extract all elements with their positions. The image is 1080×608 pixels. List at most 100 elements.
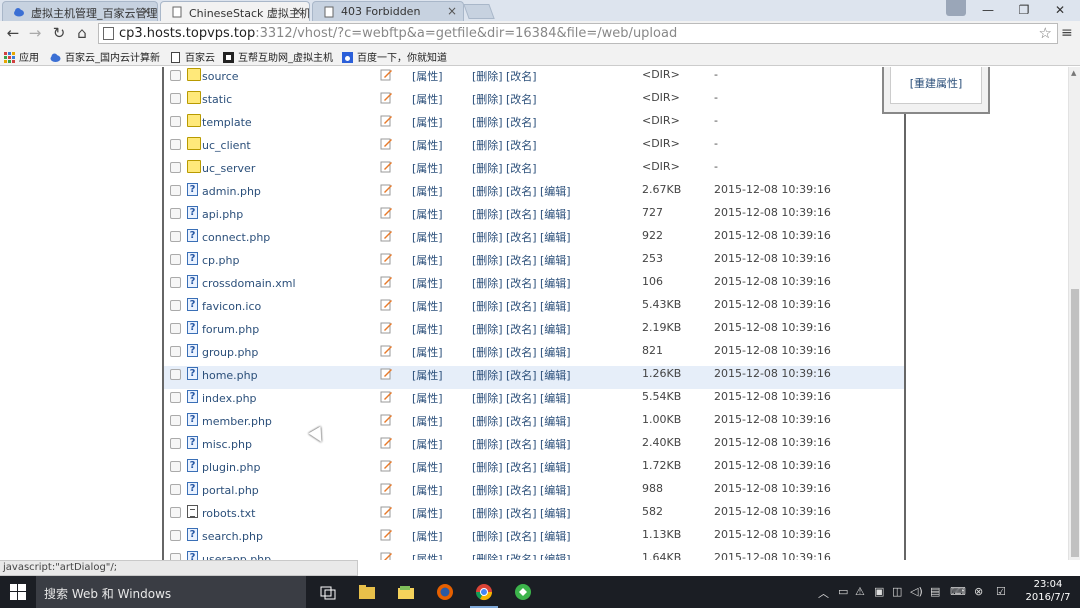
edit-link[interactable]: [编辑] bbox=[540, 229, 571, 245]
attributes-link[interactable]: [属性] bbox=[412, 229, 443, 245]
file-name-link[interactable]: favicon.ico bbox=[202, 300, 261, 313]
row-checkbox[interactable] bbox=[170, 300, 181, 311]
file-name-link[interactable]: userapp.php bbox=[202, 553, 271, 560]
firefox-icon[interactable] bbox=[435, 582, 455, 602]
file-name-link[interactable]: uc_client bbox=[202, 139, 251, 152]
file-name-link[interactable]: admin.php bbox=[202, 185, 261, 198]
file-name-link[interactable]: template bbox=[202, 116, 252, 129]
attributes-link[interactable]: [属性] bbox=[412, 551, 443, 560]
file-name-link[interactable]: plugin.php bbox=[202, 461, 260, 474]
edit-link[interactable]: [编辑] bbox=[540, 436, 571, 452]
home-icon[interactable]: ⌂ bbox=[72, 24, 92, 44]
row-checkbox[interactable] bbox=[170, 185, 181, 196]
row-checkbox[interactable] bbox=[170, 484, 181, 495]
page-info-icon[interactable] bbox=[103, 27, 114, 40]
rename-link[interactable]: [改名] bbox=[506, 252, 537, 268]
address-bar[interactable]: cp3.hosts.topvps.top:3312/vhost/?c=webft… bbox=[98, 23, 1058, 44]
edit-link[interactable]: [编辑] bbox=[540, 528, 571, 544]
file-row[interactable]: ? connect.php [属性] [删除] [改名] [编辑] 922 2015-12-0… bbox=[164, 228, 904, 251]
tray-message-icon[interactable]: ▤ bbox=[930, 585, 940, 598]
edit-pencil-icon[interactable] bbox=[380, 91, 393, 104]
delete-link[interactable]: [删除] bbox=[472, 459, 503, 475]
rename-link[interactable]: [改名] bbox=[506, 206, 537, 222]
tray-keyboard-icon[interactable]: ⌨ bbox=[950, 585, 966, 598]
edit-pencil-icon[interactable] bbox=[380, 390, 393, 403]
rename-link[interactable]: [改名] bbox=[506, 459, 537, 475]
scroll-up-icon[interactable]: ▲ bbox=[1071, 69, 1076, 77]
edit-link[interactable]: [编辑] bbox=[540, 367, 571, 383]
edit-link[interactable]: [编辑] bbox=[540, 551, 571, 560]
file-row[interactable]: ? favicon.ico [属性] [删除] [改名] [编辑] 5.43KB 2015-1… bbox=[164, 297, 904, 320]
bookmark-baidu[interactable]: 百度一下，你就知道 bbox=[342, 49, 447, 64]
row-checkbox[interactable] bbox=[170, 70, 181, 81]
attributes-link[interactable]: [属性] bbox=[412, 436, 443, 452]
attributes-link[interactable]: [属性] bbox=[412, 275, 443, 291]
reload-icon[interactable]: ↻ bbox=[49, 24, 69, 44]
row-checkbox[interactable] bbox=[170, 553, 181, 560]
attributes-link[interactable]: [属性] bbox=[412, 459, 443, 475]
rename-link[interactable]: [改名] bbox=[506, 344, 537, 360]
delete-link[interactable]: [删除] bbox=[472, 482, 503, 498]
bookmark-baijiayun[interactable]: 百家云 bbox=[170, 49, 215, 64]
file-row[interactable]: template [属性] [删除] [改名] <DIR> - bbox=[164, 113, 904, 136]
edit-link[interactable]: [编辑] bbox=[540, 413, 571, 429]
row-checkbox[interactable] bbox=[170, 116, 181, 127]
edit-link[interactable]: [编辑] bbox=[540, 275, 571, 291]
file-name-link[interactable]: index.php bbox=[202, 392, 257, 405]
file-row[interactable]: ? crossdomain.xml [属性] [删除] [改名] [编辑] 106 2015-… bbox=[164, 274, 904, 297]
file-explorer-icon[interactable] bbox=[357, 582, 377, 602]
rename-link[interactable]: [改名] bbox=[506, 114, 537, 130]
bookmark-hubang[interactable]: 互帮互助网_虚拟主机 bbox=[223, 49, 333, 64]
delete-link[interactable]: [删除] bbox=[472, 91, 503, 107]
edit-pencil-icon[interactable] bbox=[380, 482, 393, 495]
close-icon[interactable]: × bbox=[447, 4, 457, 18]
attributes-link[interactable]: [属性] bbox=[412, 321, 443, 337]
row-checkbox[interactable] bbox=[170, 392, 181, 403]
edit-pencil-icon[interactable] bbox=[380, 413, 393, 426]
delete-link[interactable]: [删除] bbox=[472, 436, 503, 452]
edit-pencil-icon[interactable] bbox=[380, 528, 393, 541]
delete-link[interactable]: [删除] bbox=[472, 252, 503, 268]
row-checkbox[interactable] bbox=[170, 461, 181, 472]
rename-link[interactable]: [改名] bbox=[506, 551, 537, 560]
attributes-link[interactable]: [属性] bbox=[412, 482, 443, 498]
back-icon[interactable]: ← bbox=[3, 24, 23, 44]
attributes-link[interactable]: [属性] bbox=[412, 160, 443, 176]
edit-pencil-icon[interactable] bbox=[380, 367, 393, 380]
file-name-link[interactable]: source bbox=[202, 70, 239, 83]
file-row[interactable]: uc_client [属性] [删除] [改名] <DIR> - bbox=[164, 136, 904, 159]
edit-pencil-icon[interactable] bbox=[380, 183, 393, 196]
rename-link[interactable]: [改名] bbox=[506, 275, 537, 291]
taskbar-search[interactable]: 搜索 Web 和 Windows bbox=[36, 576, 306, 608]
close-icon[interactable]: × bbox=[141, 4, 151, 18]
vertical-scrollbar[interactable]: ▲ bbox=[1068, 67, 1080, 560]
delete-link[interactable]: [删除] bbox=[472, 413, 503, 429]
file-row[interactable]: ? portal.php [属性] [删除] [改名] [编辑] 988 2015-12-08… bbox=[164, 481, 904, 504]
rebuild-attributes-link[interactable]: [重建属性] bbox=[890, 67, 982, 104]
file-row[interactable]: static [属性] [删除] [改名] <DIR> - bbox=[164, 90, 904, 113]
edit-pencil-icon[interactable] bbox=[380, 298, 393, 311]
rename-link[interactable]: [改名] bbox=[506, 229, 537, 245]
edit-pencil-icon[interactable] bbox=[380, 436, 393, 449]
attributes-link[interactable]: [属性] bbox=[412, 137, 443, 153]
rename-link[interactable]: [改名] bbox=[506, 482, 537, 498]
attributes-link[interactable]: [属性] bbox=[412, 91, 443, 107]
rename-link[interactable]: [改名] bbox=[506, 321, 537, 337]
rename-link[interactable]: [改名] bbox=[506, 436, 537, 452]
window-close-icon[interactable]: ✕ bbox=[1042, 0, 1078, 21]
file-name-link[interactable]: crossdomain.xml bbox=[202, 277, 296, 290]
rename-link[interactable]: [改名] bbox=[506, 137, 537, 153]
attributes-link[interactable]: [属性] bbox=[412, 114, 443, 130]
attributes-link[interactable]: [属性] bbox=[412, 528, 443, 544]
chrome-icon[interactable] bbox=[474, 582, 494, 602]
edit-pencil-icon[interactable] bbox=[380, 275, 393, 288]
tab-403-forbidden[interactable]: 403 Forbidden × bbox=[312, 1, 464, 21]
restore-icon[interactable]: ❐ bbox=[1006, 0, 1042, 21]
edit-pencil-icon[interactable] bbox=[380, 160, 393, 173]
file-name-link[interactable]: search.php bbox=[202, 530, 263, 543]
rename-link[interactable]: [改名] bbox=[506, 413, 537, 429]
edit-pencil-icon[interactable] bbox=[380, 505, 393, 518]
tray-chevron-icon[interactable]: ︿ bbox=[818, 585, 829, 601]
delete-link[interactable]: [删除] bbox=[472, 183, 503, 199]
edit-link[interactable]: [编辑] bbox=[540, 321, 571, 337]
